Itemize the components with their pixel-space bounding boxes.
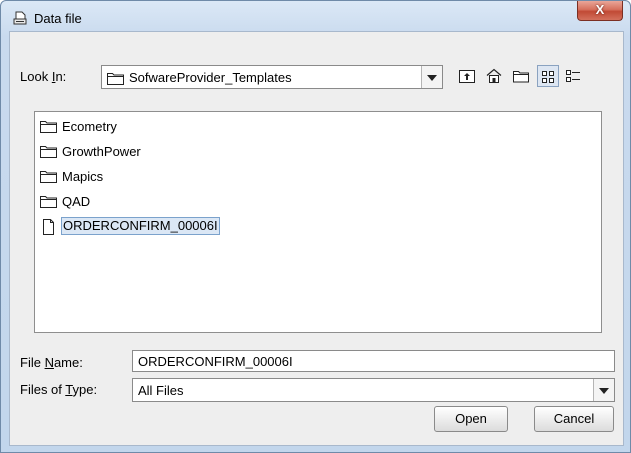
list-item-label: QAD (62, 194, 91, 209)
dialog-window: Data file X Look In: SofwareProvider_Tem… (0, 0, 631, 453)
chevron-down-icon[interactable] (421, 66, 442, 88)
dialog-content: Look In: SofwareProvider_Templates Ecome… (9, 31, 624, 446)
file-name-label: File Name: (20, 355, 83, 370)
up-one-level-button[interactable] (456, 65, 478, 87)
new-folder-icon (513, 71, 529, 83)
app-icon (12, 10, 28, 26)
list-item-label: GrowthPower (62, 144, 141, 159)
list-item-label: Ecometry (62, 119, 117, 134)
up-one-level-icon (459, 70, 475, 83)
open-button[interactable]: Open (434, 406, 508, 432)
list-view-button[interactable] (537, 65, 559, 87)
new-folder-button[interactable] (510, 65, 532, 87)
home-button[interactable] (483, 65, 505, 87)
look-in-combobox[interactable]: SofwareProvider_Templates (101, 65, 443, 89)
details-view-icon (566, 70, 580, 82)
list-item-label: Mapics (62, 169, 104, 184)
close-button[interactable]: X (577, 1, 623, 21)
cancel-button[interactable]: Cancel (534, 406, 614, 432)
chevron-down-icon[interactable] (593, 379, 614, 401)
files-of-type-value: All Files (138, 383, 184, 398)
look-in-label: Look In: (20, 69, 67, 84)
file-name-input[interactable]: ORDERCONFIRM_00006I (132, 350, 615, 372)
files-of-type-label: Files of Type: (20, 382, 98, 397)
folder-icon (107, 73, 124, 85)
file-name-value: ORDERCONFIRM_00006I (138, 354, 293, 369)
details-view-button[interactable] (562, 65, 584, 87)
window-title: Data file (34, 11, 82, 26)
home-icon (486, 68, 502, 83)
look-in-value: SofwareProvider_Templates (129, 70, 292, 85)
list-item-label: ORDERCONFIRM_00006I (61, 217, 220, 235)
file-list[interactable]: Ecometry GrowthPower Mapics QAD ORDERCONFIRM… (34, 111, 602, 333)
list-view-icon (542, 71, 554, 83)
title-bar[interactable]: Data file X (1, 1, 630, 33)
files-of-type-combobox[interactable]: All Files (132, 378, 615, 402)
